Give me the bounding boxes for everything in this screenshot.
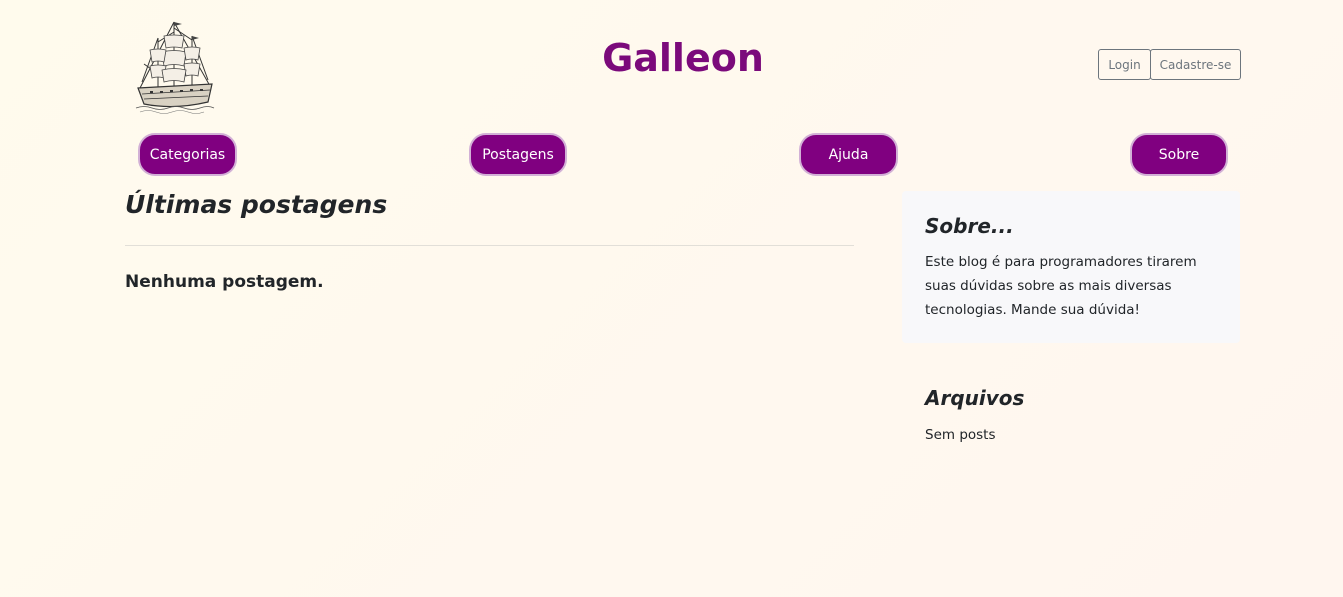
latest-posts-heading: Últimas postagens <box>125 190 388 219</box>
divider <box>125 245 854 246</box>
archives-empty-text: Sem posts <box>925 427 996 443</box>
nav-sobre[interactable]: Sobre <box>1130 133 1228 176</box>
login-button[interactable]: Login <box>1098 49 1151 80</box>
empty-posts-message: Nenhuma postagem. <box>125 272 324 292</box>
archives-title: Arquivos <box>925 386 1025 410</box>
about-title: Sobre... <box>925 214 1014 238</box>
about-text: Este blog é para programadores tirarem s… <box>925 254 1197 318</box>
register-button[interactable]: Cadastre-se <box>1150 49 1241 80</box>
nav-ajuda[interactable]: Ajuda <box>799 133 898 176</box>
nav-categorias[interactable]: Categorias <box>138 133 237 176</box>
auth-buttons: Login Cadastre-se <box>1098 49 1241 80</box>
nav-postagens[interactable]: Postagens <box>469 133 567 176</box>
